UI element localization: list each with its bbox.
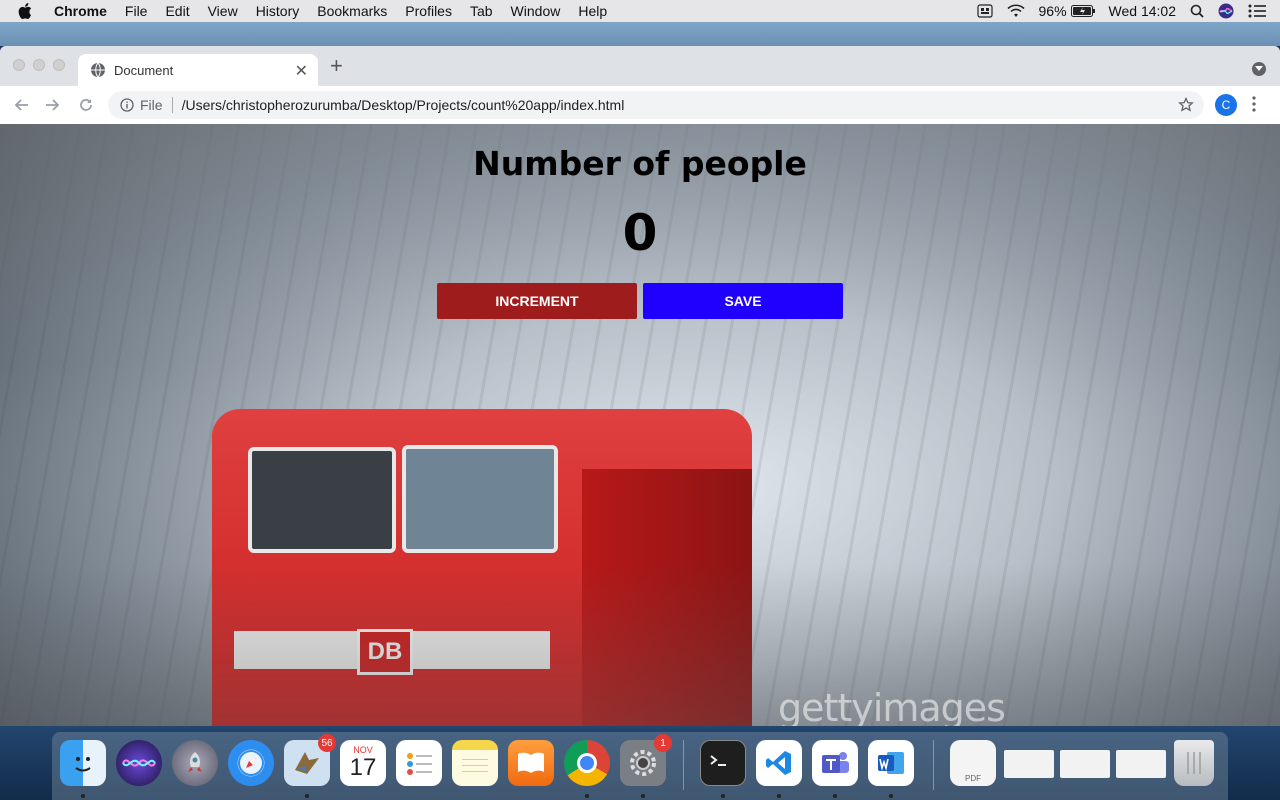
menu-clock[interactable]: Wed 14:02 [1109, 3, 1176, 19]
train-window [248, 447, 396, 553]
notes-icon[interactable] [452, 740, 498, 786]
menu-app-name[interactable]: Chrome [54, 3, 107, 19]
reminders-icon[interactable] [396, 740, 442, 786]
wifi-icon[interactable] [1006, 4, 1025, 18]
increment-button[interactable]: INCREMENT [437, 283, 637, 319]
back-arrow-icon[interactable] [12, 96, 30, 114]
window-thumbnail-icon[interactable] [1116, 750, 1166, 778]
browser-toolbar: File /Users/christopherozurumba/Desktop/… [0, 86, 1280, 125]
mail-icon[interactable]: 56 [284, 734, 336, 786]
safari-icon[interactable] [228, 740, 274, 786]
system-preferences-icon[interactable]: 1 [620, 734, 672, 786]
running-indicator [81, 794, 85, 798]
notification-center-icon[interactable] [1248, 4, 1266, 18]
new-tab-icon[interactable]: + [330, 55, 343, 77]
books-icon[interactable] [508, 740, 554, 786]
running-indicator [641, 794, 645, 798]
trash-icon[interactable] [1174, 740, 1214, 786]
running-indicator [833, 794, 837, 798]
apple-menu-icon[interactable] [18, 3, 38, 19]
bookmark-star-icon[interactable] [1178, 96, 1194, 116]
tab-title: Document [114, 62, 174, 78]
save-button[interactable]: SAVE [643, 283, 843, 319]
train-window [402, 445, 558, 553]
count-display: 0 [622, 204, 658, 262]
menu-history[interactable]: History [256, 3, 300, 19]
terminal-icon[interactable] [700, 740, 746, 786]
menu-profiles[interactable]: Profiles [405, 3, 452, 19]
running-indicator [305, 794, 309, 798]
site-info-icon[interactable] [120, 98, 134, 112]
window-thumbnail-icon[interactable] [1060, 750, 1110, 778]
tab-search-icon[interactable] [1252, 62, 1266, 76]
profile-avatar[interactable]: C [1215, 94, 1237, 116]
menu-bar: Chrome File Edit View History Bookmarks … [0, 0, 1280, 22]
tab-strip: Document ✕ + [0, 46, 1280, 86]
tab-document[interactable]: Document ✕ [78, 54, 318, 86]
menu-file[interactable]: File [125, 3, 148, 19]
window-thumbnail-icon[interactable] [1004, 750, 1054, 778]
tab-close-icon[interactable]: ✕ [295, 61, 308, 81]
running-indicator [721, 794, 725, 798]
url-divider [171, 97, 173, 113]
window-zoom-button[interactable] [53, 59, 65, 71]
finder-icon[interactable] [60, 740, 106, 786]
menu-window[interactable]: Window [511, 3, 561, 19]
chrome-icon[interactable] [564, 740, 610, 786]
window-close-button[interactable] [13, 59, 25, 71]
teams-icon[interactable] [812, 740, 858, 786]
battery-percent: 96% [1038, 3, 1067, 19]
dock-separator [683, 740, 684, 790]
dock: 56 NOV 17 1 PDF [52, 732, 1228, 800]
dock-separator [933, 740, 934, 790]
menu-help[interactable]: Help [578, 3, 607, 19]
pdf-label: PDF [965, 774, 981, 783]
spotlight-search-icon[interactable] [1190, 4, 1204, 18]
vscode-icon[interactable] [756, 740, 802, 786]
system-preferences-badge: 1 [654, 734, 672, 752]
platform-area [0, 564, 1280, 726]
pdf-document-icon[interactable]: PDF [950, 740, 996, 786]
desktop-wallpaper [0, 22, 1280, 46]
launchpad-icon[interactable] [172, 740, 218, 786]
chrome-menu-icon[interactable] [1252, 96, 1256, 117]
browser-window: Document ✕ + File /Users/christopherozur… [0, 46, 1280, 726]
forward-arrow-icon[interactable] [44, 96, 62, 114]
siri-icon[interactable] [116, 740, 162, 786]
menu-tab[interactable]: Tab [470, 3, 493, 19]
running-indicator [889, 794, 893, 798]
running-indicator [777, 794, 781, 798]
url-scheme: File [140, 97, 163, 113]
page-content: DB gettyimages Number of people 0 INCREM… [0, 124, 1280, 726]
mail-badge: 56 [318, 734, 336, 752]
battery-status[interactable]: 96% [1039, 3, 1095, 19]
url-path: /Users/christopherozurumba/Desktop/Proje… [181, 97, 625, 113]
page-title: Number of people [473, 144, 807, 183]
siri-menu-icon[interactable] [1218, 3, 1234, 19]
window-minimize-button[interactable] [33, 59, 45, 71]
running-indicator [585, 794, 589, 798]
address-bar[interactable]: File /Users/christopherozurumba/Desktop/… [108, 91, 1204, 119]
calendar-icon[interactable]: NOV 17 [340, 740, 386, 786]
keyboard-input-icon[interactable] [976, 4, 993, 18]
calendar-day: 17 [349, 754, 377, 781]
menu-view[interactable]: View [208, 3, 238, 19]
globe-icon [90, 62, 106, 78]
battery-icon [1070, 5, 1095, 17]
menu-edit[interactable]: Edit [165, 3, 189, 19]
menu-bookmarks[interactable]: Bookmarks [317, 3, 387, 19]
getty-watermark: gettyimages [778, 686, 1006, 726]
word-icon[interactable] [868, 740, 914, 786]
reload-icon[interactable] [77, 96, 95, 114]
